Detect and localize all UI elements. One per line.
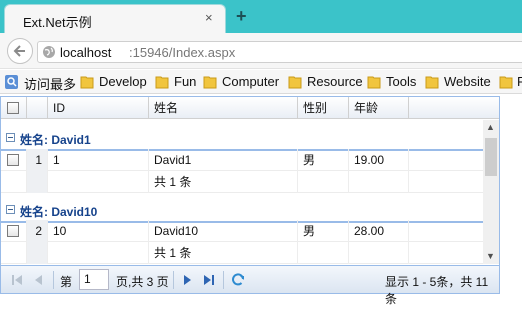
bookmark-tools[interactable]: Tools <box>386 74 416 89</box>
url-host: localhost <box>60 45 112 60</box>
group-header[interactable]: 姓名: David1 <box>1 125 483 151</box>
summary-spacer <box>1 242 27 264</box>
header-select-all[interactable] <box>1 97 27 119</box>
table-row[interactable]: 2 10 David10 男 28.00 <box>1 220 483 242</box>
summary-rownum-spacer <box>27 171 48 193</box>
cell-age: 28.00 <box>349 220 409 242</box>
new-tab-button[interactable]: + <box>236 6 247 27</box>
column-header-age[interactable]: 年龄 <box>349 97 409 119</box>
group-summary-row: 共 1 条 <box>1 242 483 264</box>
first-page-icon[interactable] <box>9 272 25 288</box>
bookmark-website[interactable]: Website <box>444 74 491 89</box>
cell-id: 1 <box>48 149 149 171</box>
bookmark-computer[interactable]: Computer <box>222 74 279 89</box>
folder-icon <box>367 76 381 89</box>
collapse-icon[interactable] <box>6 205 15 214</box>
cell-age: 19.00 <box>349 149 409 171</box>
browser-tab-bar: Ext.Net示例 × + <box>0 0 522 34</box>
grid-header: ID 姓名 性别 年龄 <box>1 97 499 119</box>
scrollbar-thumb[interactable] <box>485 138 497 176</box>
summary-id-spacer <box>48 171 149 193</box>
column-header-gender[interactable]: 性别 <box>298 97 349 119</box>
bookmark-develop[interactable]: Develop <box>99 74 147 89</box>
page-label: 第 <box>60 275 73 289</box>
folder-icon <box>80 76 94 89</box>
display-info: 显示 1 - 5条，共 11 条 <box>385 275 489 306</box>
vertical-scrollbar[interactable]: ▲ ▼ <box>483 120 499 264</box>
folder-icon <box>288 76 302 89</box>
page-total-label: 页,共 3 页 <box>116 275 169 289</box>
bookmark-truncated[interactable]: F <box>517 74 522 89</box>
most-visited-icon <box>5 75 18 89</box>
toolbar-separator <box>173 271 174 289</box>
folder-icon <box>425 76 439 89</box>
summary-gender-spacer <box>298 242 349 264</box>
toolbar-separator <box>53 271 54 289</box>
globe-icon <box>43 46 55 58</box>
summary-gender-spacer <box>298 171 349 193</box>
row-checkbox[interactable] <box>7 225 19 237</box>
bookmarks-bar: 访问最多 Develop Fun Computer Resource Tools… <box>0 70 522 94</box>
bookmark-most-visited[interactable]: 访问最多 <box>24 74 76 93</box>
summary-spacer <box>1 171 27 193</box>
prev-page-icon[interactable] <box>31 272 47 288</box>
row-select-cell[interactable] <box>1 220 27 242</box>
summary-id-spacer <box>48 242 149 264</box>
url-field[interactable]: localhost :15946/Index.aspx <box>37 41 522 63</box>
cell-name: David1 <box>149 149 298 171</box>
folder-icon <box>499 76 513 89</box>
collapse-icon[interactable] <box>6 133 15 142</box>
last-page-icon[interactable] <box>201 272 217 288</box>
row-checkbox[interactable] <box>7 154 19 166</box>
row-number: 2 <box>27 220 48 242</box>
data-grid: ID 姓名 性别 年龄 姓名: David1 1 1 David1 男 19.0… <box>0 96 500 306</box>
paging-toolbar: 第 1 页,共 3 页 显示 1 - 5条，共 11 条 <box>1 265 499 306</box>
column-header-id[interactable]: ID <box>48 97 149 119</box>
tab-title: Ext.Net示例 <box>23 15 92 30</box>
back-button[interactable] <box>7 38 33 64</box>
row-select-cell[interactable] <box>1 149 27 171</box>
group-title: 姓名: David10 <box>20 205 98 219</box>
row-number: 1 <box>27 149 48 171</box>
next-page-icon[interactable] <box>179 272 195 288</box>
group-summary-text: 共 1 条 <box>149 242 298 264</box>
bookmark-fun[interactable]: Fun <box>174 74 196 89</box>
group-summary-text: 共 1 条 <box>149 171 298 193</box>
header-rownumber <box>27 97 48 119</box>
address-bar: localhost :15946/Index.aspx <box>0 33 522 69</box>
cell-name: David10 <box>149 220 298 242</box>
cell-id: 10 <box>48 220 149 242</box>
browser-tab[interactable]: Ext.Net示例 × <box>4 4 226 34</box>
scroll-up-icon[interactable]: ▲ <box>486 122 495 132</box>
back-arrow-icon <box>13 45 25 57</box>
summary-rownum-spacer <box>27 242 48 264</box>
summary-age-spacer <box>349 242 409 264</box>
group-summary-row: 共 1 条 <box>1 171 483 193</box>
toolbar-separator <box>223 271 224 289</box>
refresh-icon[interactable] <box>230 272 246 288</box>
page-number-input[interactable]: 1 <box>79 269 109 290</box>
cell-gender: 男 <box>298 149 349 171</box>
select-all-checkbox[interactable] <box>7 102 19 114</box>
folder-icon <box>155 76 169 89</box>
bookmark-resource[interactable]: Resource <box>307 74 363 89</box>
column-header-name[interactable]: 姓名 <box>149 97 298 119</box>
table-row[interactable]: 1 1 David1 男 19.00 <box>1 149 483 171</box>
cell-gender: 男 <box>298 220 349 242</box>
folder-icon <box>203 76 217 89</box>
tab-close-icon[interactable]: × <box>205 10 213 25</box>
group-title: 姓名: David1 <box>20 133 91 147</box>
url-path: :15946/Index.aspx <box>129 45 236 60</box>
scroll-down-icon[interactable]: ▼ <box>486 251 495 261</box>
summary-age-spacer <box>349 171 409 193</box>
